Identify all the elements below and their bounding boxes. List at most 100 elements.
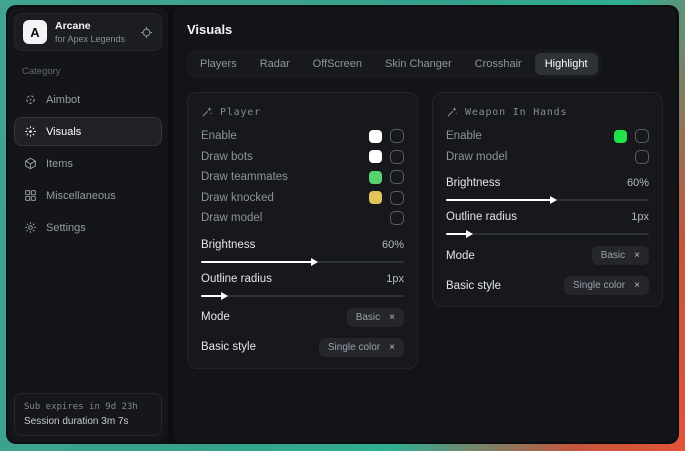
sidebar-item-label: Miscellaneous xyxy=(46,190,116,202)
sidebar-item-label: Items xyxy=(46,158,73,170)
app-name: Arcane xyxy=(55,20,132,32)
toggle-row-draw-model: Draw model xyxy=(201,208,404,229)
brightness-slider: Brightness 60% xyxy=(446,177,649,201)
mode-tag[interactable]: Basic × xyxy=(592,246,649,265)
color-swatch[interactable] xyxy=(369,150,382,163)
select-row-mode: Mode Basic × xyxy=(446,246,649,265)
session-duration-text: Session duration 3m 7s xyxy=(24,416,152,427)
select-label: Mode xyxy=(201,311,230,323)
basic-style-tag[interactable]: Single color × xyxy=(319,338,404,357)
panels-row: Player Enable Draw bots xyxy=(187,92,663,369)
slider-value: 60% xyxy=(382,239,404,251)
brightness-slider: Brightness 60% xyxy=(201,239,404,263)
toggle-label: Draw knocked xyxy=(201,192,274,204)
color-swatch[interactable] xyxy=(614,130,627,143)
checkbox[interactable] xyxy=(390,170,404,184)
sidebar-item-items[interactable]: Items xyxy=(14,149,162,178)
sidebar-item-miscellaneous[interactable]: Miscellaneous xyxy=(14,181,162,210)
toggle-row-draw-knocked: Draw knocked xyxy=(201,188,404,209)
toggle-label: Draw model xyxy=(201,212,262,224)
tab-radar[interactable]: Radar xyxy=(250,53,300,75)
tab-highlight[interactable]: Highlight xyxy=(535,53,598,75)
color-swatch[interactable] xyxy=(369,130,382,143)
subscription-card: Sub expires in 9d 23h Session duration 3… xyxy=(14,393,162,436)
wand-icon xyxy=(446,106,458,118)
slider-value: 1px xyxy=(631,211,649,223)
sidebar-item-settings[interactable]: Settings xyxy=(14,213,162,242)
slider-value: 60% xyxy=(627,177,649,189)
remove-tag-icon[interactable]: × xyxy=(634,250,640,261)
tab-crosshair[interactable]: Crosshair xyxy=(465,53,532,75)
toggle-row-draw-bots: Draw bots xyxy=(201,147,404,168)
mode-tag[interactable]: Basic × xyxy=(347,308,404,327)
toggle-row-draw-model: Draw model xyxy=(446,147,649,168)
wand-icon xyxy=(201,106,213,118)
slider-thumb[interactable] xyxy=(550,196,557,204)
page-title: Visuals xyxy=(187,22,663,37)
select-label: Mode xyxy=(446,250,475,262)
sub-expires-text: Sub expires in 9d 23h xyxy=(24,402,152,412)
toggle-label: Draw model xyxy=(446,151,507,163)
player-panel: Player Enable Draw bots xyxy=(187,92,418,369)
gear-icon xyxy=(24,221,37,234)
toggle-label: Draw teammates xyxy=(201,171,288,183)
slider-track[interactable] xyxy=(446,233,649,235)
remove-tag-icon[interactable]: × xyxy=(389,312,395,323)
slider-fill xyxy=(201,295,223,297)
sparkle-eye-icon xyxy=(24,125,37,138)
tag-label: Basic xyxy=(356,312,380,323)
toggle-label: Draw bots xyxy=(201,151,253,163)
slider-thumb[interactable] xyxy=(221,292,228,300)
toggle-label: Enable xyxy=(446,130,482,142)
panel-title: Player xyxy=(220,107,261,118)
toggle-row-enable: Enable xyxy=(446,126,649,147)
tag-label: Single color xyxy=(573,280,625,291)
sidebar-item-label: Aimbot xyxy=(46,94,80,106)
app-meta: Arcane for Apex Legends xyxy=(55,20,132,44)
select-label: Basic style xyxy=(201,341,256,353)
slider-thumb[interactable] xyxy=(466,230,473,238)
panel-header: Weapon In Hands xyxy=(446,106,649,118)
color-swatch[interactable] xyxy=(369,171,382,184)
remove-tag-icon[interactable]: × xyxy=(389,342,395,353)
tab-offscreen[interactable]: OffScreen xyxy=(303,53,372,75)
checkbox[interactable] xyxy=(390,129,404,143)
toggle-row-draw-teammates: Draw teammates xyxy=(201,167,404,188)
checkbox[interactable] xyxy=(390,150,404,164)
outline-radius-slider: Outline radius 1px xyxy=(446,211,649,235)
checkbox[interactable] xyxy=(635,150,649,164)
app-logo: A xyxy=(23,20,47,44)
sidebar-item-visuals[interactable]: Visuals xyxy=(14,117,162,146)
color-swatch[interactable] xyxy=(369,191,382,204)
slider-fill xyxy=(446,199,552,201)
select-label: Basic style xyxy=(446,280,501,292)
app-header-card: A Arcane for Apex Legends xyxy=(14,13,162,51)
scope-icon[interactable] xyxy=(140,26,153,39)
panel-header: Player xyxy=(201,106,404,118)
sidebar-item-label: Visuals xyxy=(46,126,81,138)
app-window: A Arcane for Apex Legends Category Aimbo… xyxy=(6,5,679,444)
slider-track[interactable] xyxy=(446,199,649,201)
reticle-icon xyxy=(24,93,37,106)
toggle-row-enable: Enable xyxy=(201,126,404,147)
basic-style-tag[interactable]: Single color × xyxy=(564,276,649,295)
slider-track[interactable] xyxy=(201,261,404,263)
weapon-in-hands-panel: Weapon In Hands Enable Draw model xyxy=(432,92,663,307)
app-subtitle: for Apex Legends xyxy=(55,34,132,44)
main-content: Visuals Players Radar OffScreen Skin Cha… xyxy=(173,7,677,442)
sidebar-item-aimbot[interactable]: Aimbot xyxy=(14,85,162,114)
cube-icon xyxy=(24,157,37,170)
tab-players[interactable]: Players xyxy=(190,53,247,75)
grid-icon xyxy=(24,189,37,202)
slider-track[interactable] xyxy=(201,295,404,297)
tab-skin-changer[interactable]: Skin Changer xyxy=(375,53,462,75)
checkbox[interactable] xyxy=(390,191,404,205)
sidebar: A Arcane for Apex Legends Category Aimbo… xyxy=(8,7,168,442)
remove-tag-icon[interactable]: × xyxy=(634,280,640,291)
checkbox[interactable] xyxy=(390,211,404,225)
tag-label: Single color xyxy=(328,342,380,353)
slider-value: 1px xyxy=(386,273,404,285)
checkbox[interactable] xyxy=(635,129,649,143)
slider-label: Brightness xyxy=(201,239,255,251)
slider-thumb[interactable] xyxy=(311,258,318,266)
